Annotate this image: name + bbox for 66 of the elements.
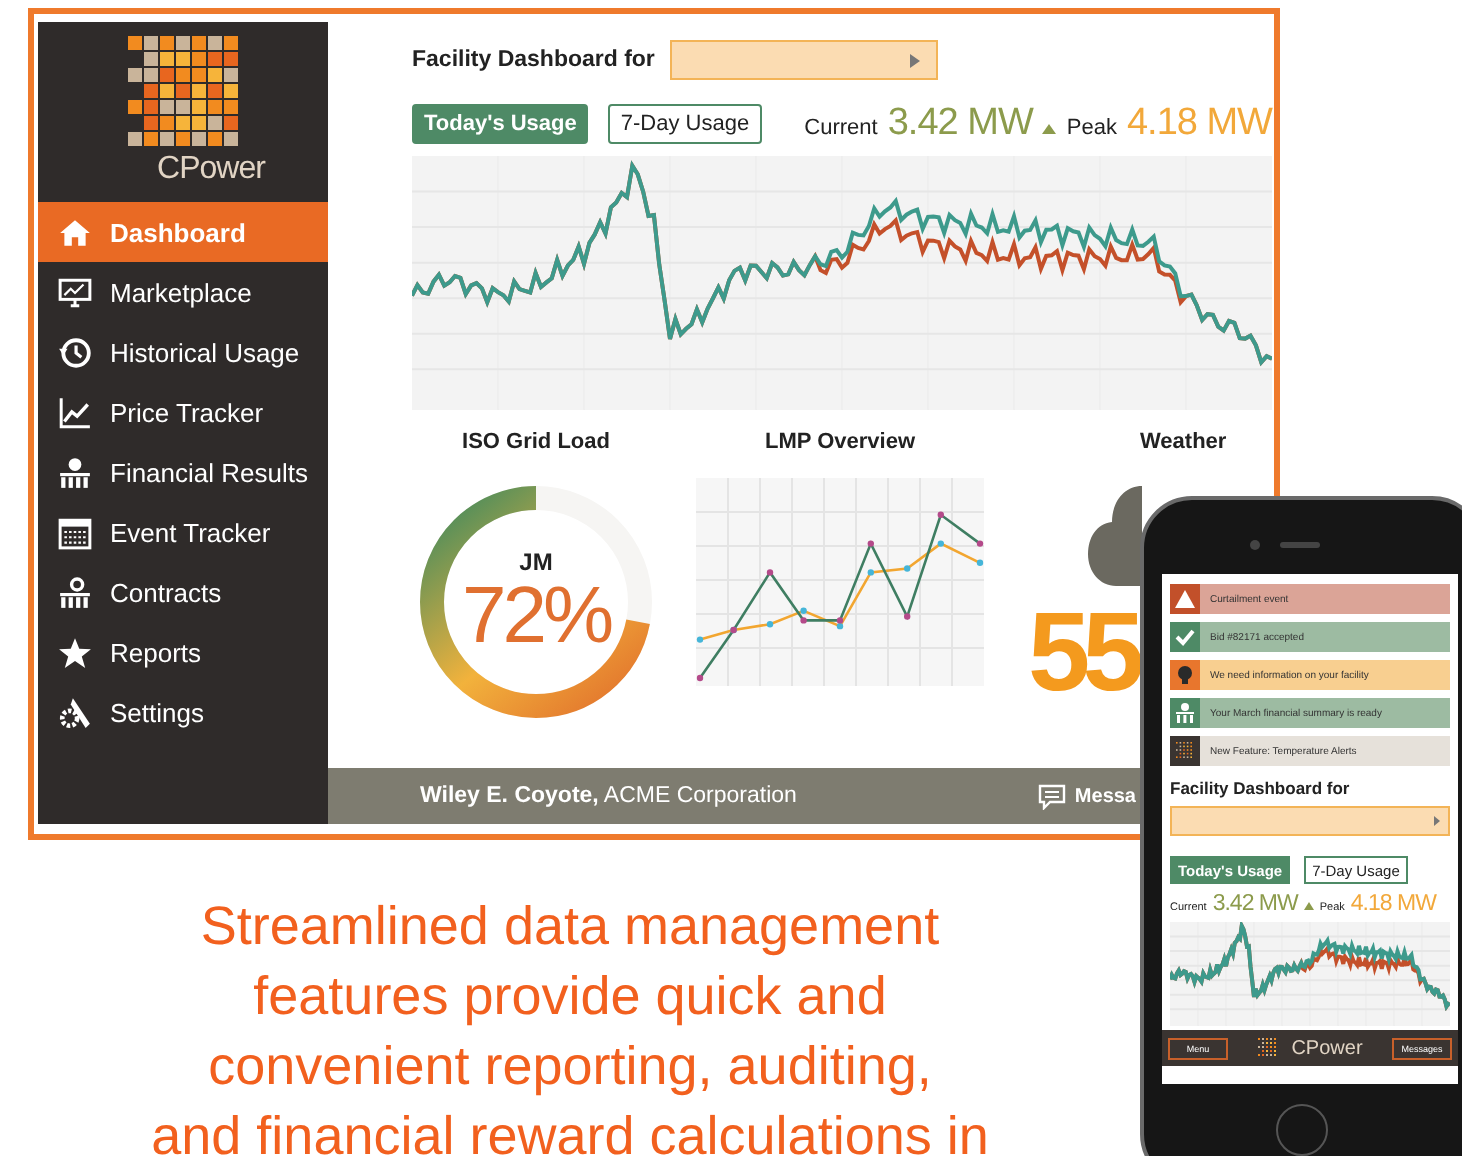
logo-icon: [127, 36, 239, 148]
settings-icon: [58, 695, 92, 729]
temperature-value: 55: [1028, 602, 1137, 703]
sidebar-item[interactable]: Contracts: [38, 562, 328, 622]
notification-icon: [1170, 698, 1200, 728]
building-icon: [58, 455, 92, 489]
notification-icon: [1170, 622, 1200, 652]
notification-icon: [1170, 736, 1200, 766]
sidebar-item[interactable]: Reports: [38, 622, 328, 682]
gauge-label: JM: [519, 548, 553, 576]
message-icon: [1038, 783, 1067, 809]
home-icon: [58, 215, 92, 249]
peak-value: 4.18 MW: [1126, 102, 1272, 146]
sidebar-item[interactable]: Price Tracker: [38, 382, 328, 442]
facility-dropdown[interactable]: [1170, 806, 1450, 836]
data-point: [800, 607, 807, 614]
data-point: [937, 540, 944, 547]
clock-icon: [58, 335, 92, 369]
calendar-icon: [58, 515, 92, 549]
sidebar-item[interactable]: Settings: [38, 682, 328, 742]
gauge-value: 72%: [461, 576, 611, 656]
data-point: [766, 621, 774, 628]
data-point: [867, 540, 874, 547]
user-name: Wiley E. Coyote, ACME Corporation: [420, 784, 797, 808]
data-point: [976, 559, 984, 566]
current-value: 3.42 MW: [1212, 892, 1298, 916]
usage-tab[interactable]: Today's Usage: [412, 104, 589, 144]
facility-label: Facility Dashboard for: [412, 48, 655, 72]
data-point: [904, 565, 911, 572]
building-icon: [58, 575, 92, 609]
home-button[interactable]: [1276, 1104, 1328, 1156]
star-icon: [58, 635, 92, 669]
data-point: [904, 613, 911, 620]
data-point: [867, 569, 874, 576]
data-point: [696, 636, 704, 643]
data-point: [696, 674, 704, 682]
current-label: Current: [804, 116, 878, 140]
footer-link[interactable]: Messa: [1074, 785, 1136, 807]
caret-icon: [1434, 816, 1440, 826]
data-point: [937, 511, 944, 518]
data-point: [800, 617, 807, 624]
panel-title: LMP Overview: [765, 430, 915, 458]
sidebar-item[interactable]: Event Tracker: [38, 502, 328, 562]
sidebar-item[interactable]: Historical Usage: [38, 322, 328, 382]
notification-icon: [1170, 584, 1200, 614]
logo-text: CPower: [1291, 1037, 1363, 1059]
usage-tab[interactable]: 7-Day Usage: [608, 104, 762, 144]
monitor-icon: [58, 275, 92, 309]
panel-title: ISO Grid Load: [462, 430, 610, 458]
line-chart-icon: [58, 395, 92, 429]
data-point: [766, 569, 774, 576]
peak-label: Peak: [1066, 116, 1117, 140]
panel-title: Weather: [1140, 430, 1227, 458]
notification-icon: [1170, 660, 1200, 690]
caret-icon: [910, 53, 921, 67]
peak-value: 4.18 MW: [1350, 892, 1436, 916]
facility-label: Facility Dashboard for: [1170, 778, 1352, 798]
up-triangle-icon: [1303, 902, 1314, 910]
data-point: [976, 540, 984, 547]
sidebar-item[interactable]: Financial Results: [38, 442, 328, 502]
facility-dropdown[interactable]: [670, 40, 939, 80]
up-triangle-icon: [1042, 124, 1057, 134]
current-value: 3.42 MW: [887, 102, 1033, 146]
logo-text: CPower: [157, 152, 265, 188]
sidebar-item[interactable]: Marketplace: [38, 262, 328, 322]
caption-text: Streamlined data management features provide quick and convenient reporting, auditing, and financial reward calculations in: [149, 894, 991, 1156]
